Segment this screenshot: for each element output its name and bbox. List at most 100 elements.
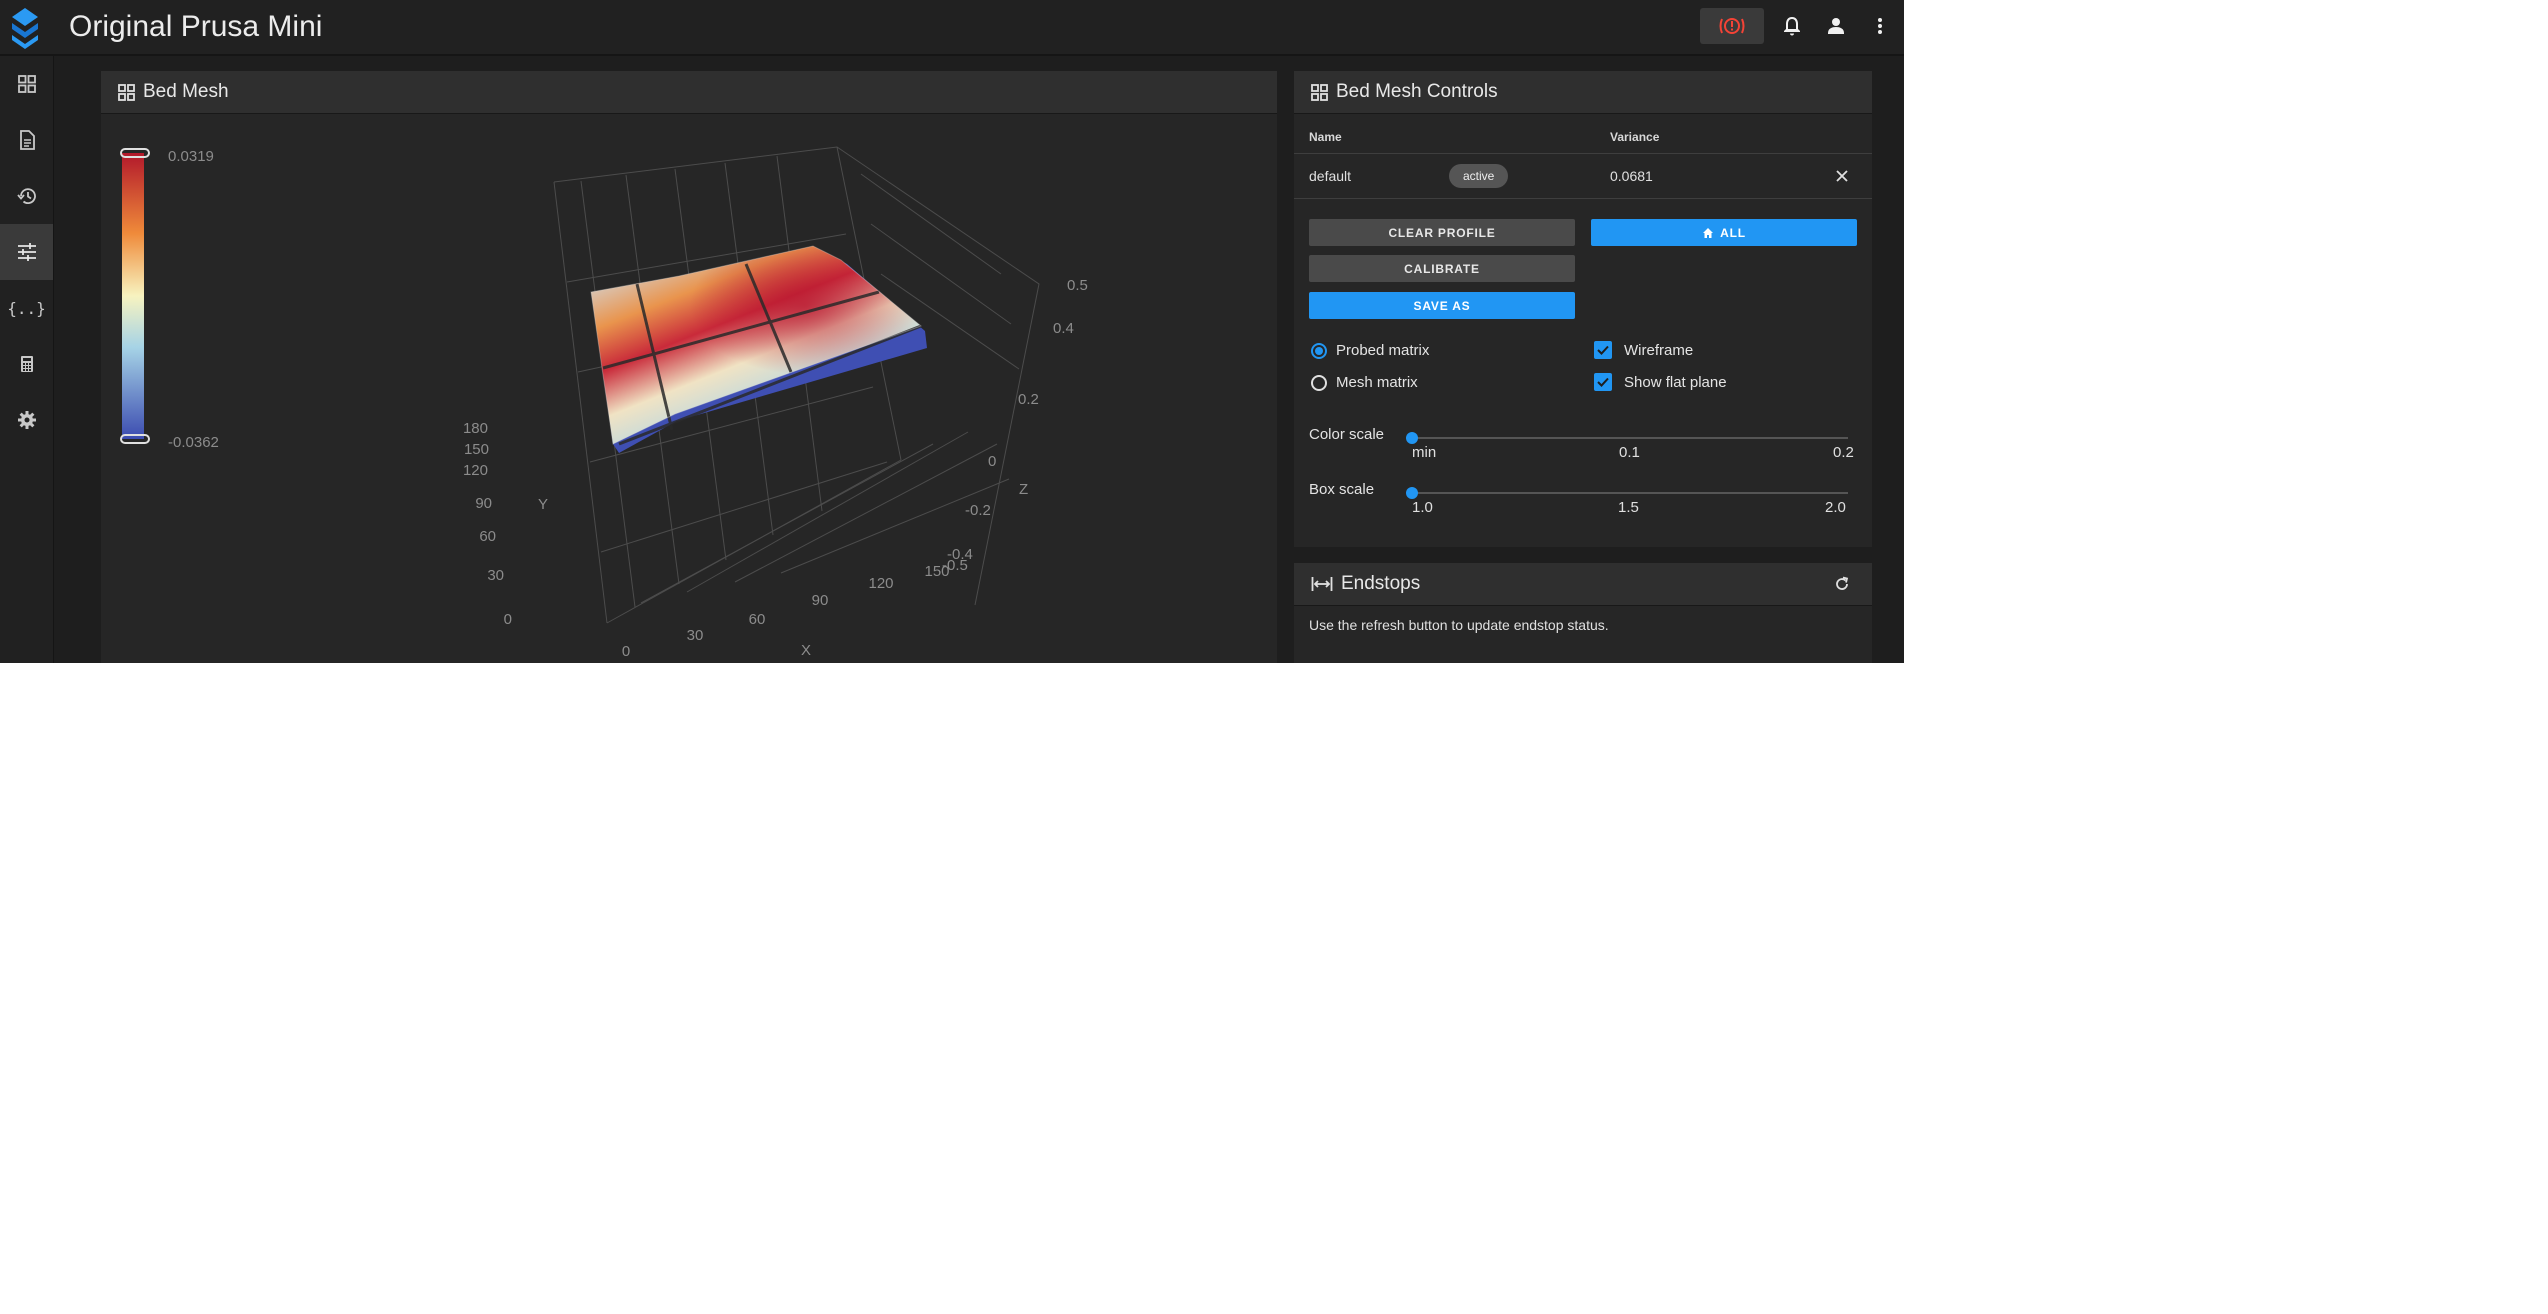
calibrate-button[interactable]: CALIBRATE [1309, 255, 1575, 282]
y-tick: 30 [487, 567, 504, 584]
radio-unchecked-icon [1311, 374, 1327, 391]
flat-plane-label: Show flat plane [1624, 373, 1727, 391]
grid-icon [1311, 83, 1328, 101]
emergency-stop-button[interactable] [1700, 8, 1764, 44]
divider [1294, 198, 1872, 199]
endstops-message: Use the refresh button to update endstop… [1309, 617, 1609, 633]
bed-mesh-card-header: Bed Mesh [101, 71, 1277, 114]
endstops-title: Endstops [1341, 573, 1421, 594]
endstops-card: Endstops Use the refresh button to updat… [1294, 563, 1872, 663]
nav-files[interactable] [0, 112, 53, 168]
remove-profile-button[interactable] [1834, 168, 1850, 184]
profile-row[interactable]: default active 0.0681 [1294, 154, 1872, 198]
bell-icon [1784, 17, 1800, 36]
z-axis: 0.5 0.4 0.2 0 -0.2 -0.4 -0.5 Z [942, 277, 1088, 574]
probed-matrix-radio[interactable]: Probed matrix [1311, 342, 1429, 359]
x-tick: 0 [622, 643, 630, 660]
box-scale-label: Box scale [1309, 481, 1375, 498]
y-tick: 0 [504, 611, 512, 628]
z-tick: 0 [988, 453, 996, 470]
profile-name: default [1309, 168, 1352, 184]
page-title: Original Prusa Mini [69, 10, 323, 43]
account-icon [1828, 18, 1844, 34]
z-tick: 0.2 [1018, 391, 1039, 408]
dashboard-icon [17, 75, 36, 93]
color-scale-tick: 0.1 [1619, 444, 1640, 461]
status-badge: active [1449, 164, 1509, 188]
z-tick: 0.5 [1067, 277, 1088, 294]
nav-calculator[interactable] [0, 336, 53, 392]
y-tick: 60 [479, 528, 496, 545]
box-scale-slider-thumb[interactable] [1406, 487, 1418, 499]
close-icon [1836, 170, 1848, 182]
wireframe-checkbox[interactable]: Wireframe [1594, 341, 1693, 359]
color-scale-slider-thumb[interactable] [1406, 432, 1418, 444]
app-logo-icon[interactable] [0, 0, 50, 54]
x-axis-label: X [801, 642, 811, 659]
color-scale-slider[interactable] [1412, 437, 1848, 439]
box-scale-tick: 1.5 [1618, 499, 1639, 516]
flat-plane-checkbox[interactable]: Show flat plane [1594, 373, 1727, 391]
estop-icon [1719, 18, 1745, 34]
grid-icon [118, 83, 135, 101]
z-tick: 0.4 [1053, 320, 1074, 337]
y-tick: 90 [475, 495, 492, 512]
calculator-icon [20, 356, 33, 372]
controls-title: Bed Mesh Controls [1336, 81, 1498, 102]
nav-dashboard[interactable] [0, 56, 53, 112]
more-vertical-icon [1878, 18, 1882, 34]
nav-settings[interactable] [0, 392, 53, 448]
x-tick: 60 [749, 611, 766, 628]
nav-macros[interactable]: {..} [0, 280, 53, 336]
z-axis-label: Z [1019, 481, 1028, 498]
home-icon [1703, 227, 1714, 238]
nav-history[interactable] [0, 168, 53, 224]
notifications-button[interactable] [1774, 8, 1810, 44]
column-header-name: Name [1309, 130, 1342, 144]
checkbox-checked-icon [1594, 373, 1612, 391]
mesh-surface [590, 245, 927, 453]
bed-mesh-controls-card: Bed Mesh Controls Name Variance default … [1294, 71, 1872, 547]
nav-tune[interactable] [0, 224, 53, 280]
color-scale-tick: 0.2 [1833, 444, 1854, 461]
mesh-matrix-radio[interactable]: Mesh matrix [1311, 374, 1418, 391]
endstops-card-header: Endstops [1294, 563, 1872, 606]
controls-card-header: Bed Mesh Controls [1294, 71, 1872, 114]
y-tick: 150 [464, 441, 489, 458]
home-all-button[interactable]: ALL [1591, 219, 1857, 246]
bed-mesh-title: Bed Mesh [143, 81, 229, 102]
x-tick: 90 [812, 592, 829, 609]
y-axis: 0 30 60 90 120 150 180 Y [463, 420, 548, 628]
z-tick: -0.2 [965, 502, 991, 519]
box-scale-tick: 1.0 [1412, 499, 1433, 516]
y-tick: 120 [463, 462, 488, 479]
probed-matrix-label: Probed matrix [1336, 342, 1430, 359]
x-axis: 0 30 60 90 120 150 X [622, 563, 950, 660]
home-all-label: ALL [1720, 225, 1746, 240]
mesh-matrix-label: Mesh matrix [1336, 374, 1418, 391]
y-tick: 180 [463, 420, 488, 437]
color-scale-label: Color scale [1309, 426, 1385, 443]
box-scale-slider[interactable] [1412, 492, 1848, 494]
file-icon [19, 130, 35, 150]
bed-mesh-3d-plot[interactable]: 0.0319 -0.0362 0 30 60 90 120 150 180 Y … [101, 114, 1277, 663]
color-bar-min-label: -0.0362 [168, 434, 219, 451]
checkbox-checked-icon [1594, 341, 1612, 359]
save-as-button[interactable]: SAVE AS [1309, 292, 1575, 319]
more-menu-button[interactable] [1862, 8, 1898, 44]
y-axis-label: Y [538, 496, 548, 513]
box-scale-tick: 2.0 [1825, 499, 1846, 516]
top-app-bar: Original Prusa Mini [0, 0, 1904, 56]
macros-icon: {..} [7, 298, 46, 318]
gear-icon [17, 411, 36, 429]
wireframe-label: Wireframe [1624, 341, 1694, 359]
refresh-button[interactable] [1834, 576, 1850, 592]
x-tick: 30 [687, 627, 704, 644]
account-button[interactable] [1818, 8, 1854, 44]
refresh-icon [1836, 576, 1849, 590]
endstop-icon [1311, 576, 1333, 592]
profile-variance: 0.0681 [1610, 168, 1653, 184]
clear-profile-button[interactable]: CLEAR PROFILE [1309, 219, 1575, 246]
history-icon [16, 188, 36, 205]
z-tick: -0.5 [942, 557, 968, 574]
